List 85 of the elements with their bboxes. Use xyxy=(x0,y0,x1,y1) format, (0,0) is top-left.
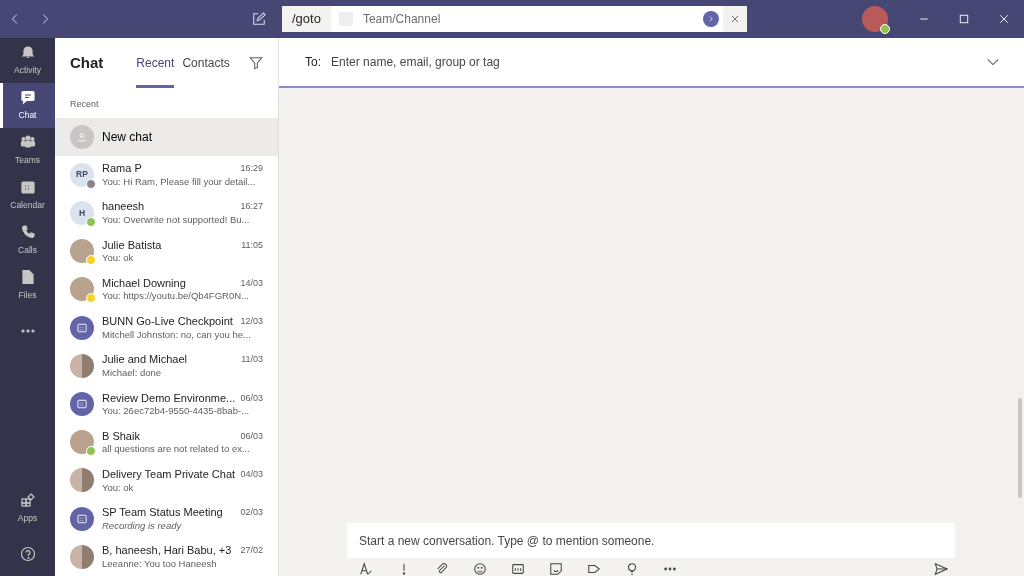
paperclip-icon[interactable] xyxy=(435,562,449,576)
go-button[interactable] xyxy=(703,11,719,27)
chat-preview: Recording is ready xyxy=(102,519,183,532)
group-photo-placeholder xyxy=(70,544,94,569)
chat-time: 27/02 xyxy=(240,544,263,558)
bell-icon xyxy=(19,44,36,61)
chat-time: 11:05 xyxy=(241,238,263,252)
chat-time: 11/03 xyxy=(241,353,263,367)
chat-list-title: Chat xyxy=(70,52,104,73)
chat-name: Julie and Michael xyxy=(102,353,187,367)
message-field[interactable]: Start a new conversation. Type @ to mention someone. xyxy=(347,523,955,558)
app-rail-button[interactable]: Chat xyxy=(0,83,55,128)
chat-name: Michael Downing xyxy=(102,276,186,291)
app-rail-button[interactable]: Calls xyxy=(0,218,55,263)
tab[interactable]: Contacts xyxy=(182,38,230,88)
scrollbar[interactable] xyxy=(1018,398,1022,498)
format-icon[interactable] xyxy=(359,562,373,576)
calendar-icon xyxy=(76,321,88,334)
recipient-bar[interactable]: To: Enter name, email, group or tag xyxy=(279,38,1024,88)
sticker-icon[interactable] xyxy=(549,562,563,576)
command-bar[interactable]: /goto Team/Channel xyxy=(282,6,747,32)
app-rail-button[interactable]: Calendar xyxy=(0,173,55,218)
chat-name: Julie Batista xyxy=(102,238,162,253)
chat-name: Review Demo Environme... xyxy=(102,391,236,406)
more-icon xyxy=(19,328,36,333)
to-label: To: xyxy=(305,54,321,71)
chat-name: Rama P xyxy=(102,162,142,176)
app-rail-button[interactable]: Apps xyxy=(0,486,55,531)
tab[interactable]: Recent xyxy=(136,38,175,88)
close-icon xyxy=(730,14,740,24)
file-icon xyxy=(19,269,36,286)
initials-avatar: H xyxy=(70,200,94,225)
chat-time: 04/03 xyxy=(240,468,263,481)
chat-name: haneesh xyxy=(102,200,145,214)
chat-preview: You: Hi Ram, Please fill your detail... xyxy=(102,175,257,188)
chat-time: 02/03 xyxy=(240,506,263,520)
initials-avatar: RP xyxy=(70,162,94,187)
calendar-icon xyxy=(76,398,88,410)
new-chat-item[interactable]: New chat xyxy=(55,117,278,156)
apps-grid-icon xyxy=(19,492,36,509)
gif-icon[interactable] xyxy=(511,562,525,576)
chat-time: 06/03 xyxy=(240,429,263,443)
help-icon xyxy=(19,545,36,562)
group-photo-placeholder xyxy=(70,468,94,493)
chat-time: 06/03 xyxy=(240,391,263,405)
chat-time: 16:29 xyxy=(240,162,263,176)
chat-preview: You: ok xyxy=(102,252,135,264)
chat-preview: You: 26ec72b4-9550-4435-8bab-... xyxy=(102,405,251,417)
command-prefix: /goto xyxy=(282,6,331,32)
chat-time: 14/03 xyxy=(240,276,263,290)
chat-bubble-icon xyxy=(19,89,36,106)
close-icon xyxy=(998,13,1010,25)
group-photo-placeholder xyxy=(70,353,94,378)
chat-preview: You: Overwrite not supported! Bu... xyxy=(102,213,251,226)
chat-preview: all questions are not related to ex... xyxy=(102,443,251,455)
chat-preview: Mitchell Johnston: no, can you he... xyxy=(102,328,252,340)
chat-name: B, haneesh, Hari Babu, +3 xyxy=(102,544,232,558)
chat-name: SP Team Status Meeting xyxy=(102,506,223,520)
chat-name: BUNN Go-Live Checkpoint xyxy=(102,315,233,329)
person-icon xyxy=(76,130,88,143)
chat-preview: Leeanne: You too Haneesh xyxy=(102,557,218,570)
maximize-icon xyxy=(958,13,970,25)
app-rail-button[interactable]: Files xyxy=(0,263,55,308)
chat-name: Delivery Team Private Chat xyxy=(102,468,236,482)
chat-preview: You: https://youtu.be/Qb4FGR0N... xyxy=(102,290,250,302)
filter-icon[interactable] xyxy=(249,56,263,70)
section-label: Recent xyxy=(69,98,100,111)
send-icon[interactable] xyxy=(934,562,948,576)
calendar-icon xyxy=(19,179,36,196)
profile-avatar[interactable] xyxy=(862,6,888,32)
lightbulb-icon[interactable] xyxy=(625,562,639,576)
app-rail-button[interactable]: Teams xyxy=(0,128,55,173)
chat-preview: Michael: done xyxy=(102,366,163,379)
chat-preview: You: ok xyxy=(102,481,135,493)
calendar-icon xyxy=(76,512,88,525)
chat-time: 16:27 xyxy=(240,200,263,214)
channel-search-field[interactable]: Team/Channel xyxy=(360,9,703,29)
chat-name: B Shaik xyxy=(102,429,140,444)
phone-icon xyxy=(19,224,36,241)
app-rail-button[interactable]: Activity xyxy=(0,38,55,83)
compose-icon[interactable] xyxy=(252,12,266,26)
chat-time: 12/03 xyxy=(240,315,263,329)
presence-available-dot xyxy=(880,24,890,34)
people-group-icon xyxy=(19,134,36,151)
emoji-icon[interactable] xyxy=(473,562,487,576)
